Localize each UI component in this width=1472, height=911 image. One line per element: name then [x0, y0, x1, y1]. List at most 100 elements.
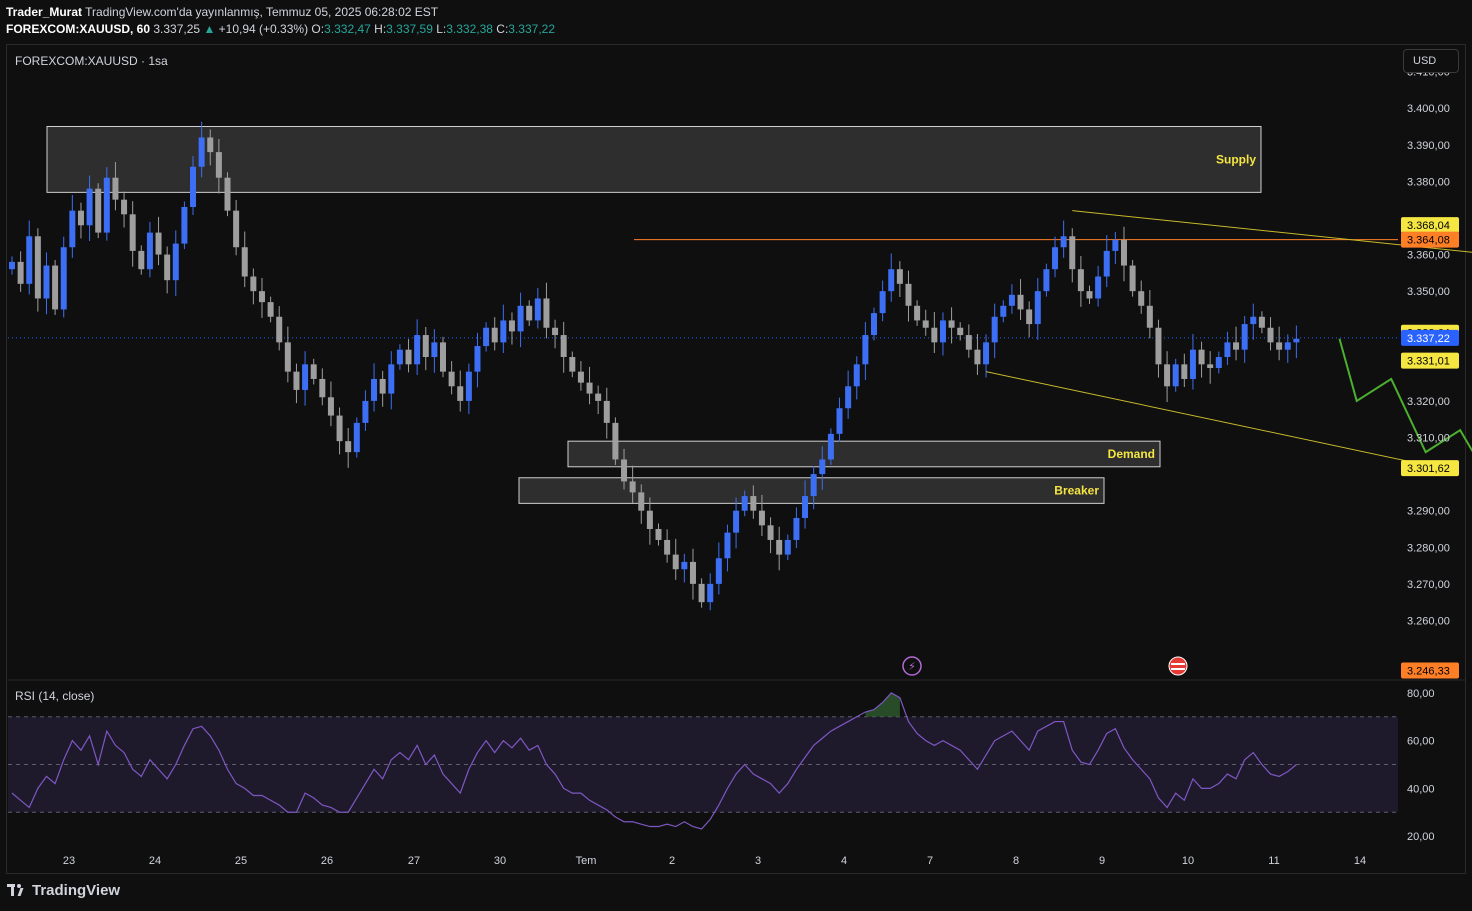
candle-body — [1233, 342, 1240, 350]
candle-body — [1034, 291, 1041, 325]
candle-body — [655, 528, 662, 540]
candle-body — [845, 386, 852, 409]
candle-body — [931, 327, 938, 343]
candle-body — [17, 261, 24, 284]
candle-body — [474, 346, 481, 372]
x-tick-label: 14 — [1354, 855, 1366, 867]
candle-body — [362, 400, 369, 423]
candle-body — [707, 583, 714, 603]
candle-body — [77, 210, 84, 226]
rsi-overbought-fill — [865, 692, 900, 717]
candle-body — [440, 342, 446, 372]
currency-button[interactable]: USD — [1403, 49, 1459, 73]
candle-body — [319, 378, 326, 398]
chart-canvas[interactable]: SupplyDemandBreaker3.410,003.400,003.390… — [0, 0, 1472, 911]
candle-body — [638, 492, 645, 511]
candle-body — [60, 247, 67, 310]
tradingview-mark-icon — [7, 884, 27, 896]
candle-body — [689, 561, 696, 584]
candle-body — [1250, 316, 1257, 325]
candle-body — [534, 298, 541, 321]
price-label: 3.331,01 — [1407, 356, 1450, 368]
candle-body — [138, 250, 145, 270]
candle-body — [1077, 269, 1084, 292]
candle-body — [414, 335, 421, 365]
x-tick-label: 25 — [235, 855, 247, 867]
candle-body — [767, 525, 774, 540]
rsi-legend[interactable]: RSI (14, close) — [15, 689, 94, 703]
candle-body — [121, 199, 128, 215]
us-flag-icon — [1168, 656, 1188, 676]
x-tick-label: 2 — [669, 855, 675, 867]
candle-body — [112, 177, 119, 200]
candle-body — [1138, 291, 1145, 306]
candle-body — [1241, 324, 1248, 350]
candle-body — [69, 210, 76, 248]
x-tick-label: 23 — [63, 855, 75, 867]
candle-body — [258, 291, 265, 303]
candle-body — [957, 327, 964, 336]
candle-body — [862, 335, 869, 365]
rsi-tick-label: 80,00 — [1407, 688, 1435, 700]
x-tick-label: 9 — [1099, 855, 1105, 867]
candle-body — [302, 364, 309, 390]
x-tick-label: 24 — [149, 855, 161, 867]
x-tick-label: 10 — [1182, 855, 1194, 867]
lightning-glyph: ⚡ — [908, 660, 916, 673]
candle-body — [155, 232, 162, 255]
candle-body — [698, 583, 705, 603]
candle-body — [646, 510, 653, 529]
candle-body — [9, 261, 15, 270]
candle-body — [500, 320, 507, 343]
candle-body — [1086, 291, 1093, 299]
y-tick-label: 3.380,00 — [1407, 176, 1450, 188]
candle-body — [1224, 342, 1231, 358]
candle-body — [1215, 357, 1222, 368]
candle-body — [672, 554, 679, 570]
candle-body — [448, 371, 455, 387]
candle-body — [560, 335, 567, 358]
y-tick-label: 3.400,00 — [1407, 103, 1450, 115]
candle-body — [250, 276, 257, 292]
candle-body — [1000, 305, 1007, 317]
candle-body — [750, 496, 757, 511]
candle-body — [327, 397, 334, 416]
candle-body — [465, 371, 472, 401]
candle-body — [233, 210, 240, 248]
x-tick-label: Tem — [576, 855, 597, 867]
supply-label: Supply — [1216, 152, 1256, 166]
candle-body — [336, 415, 343, 442]
candle-body — [715, 558, 722, 584]
candle-body — [888, 269, 895, 292]
x-tick-label: 30 — [494, 855, 506, 867]
candle-body — [224, 177, 231, 211]
candle-body — [948, 320, 955, 328]
candle-body — [819, 459, 826, 475]
candle-body — [741, 496, 748, 511]
candle-body — [1172, 364, 1179, 387]
x-tick-label: 3 — [755, 855, 761, 867]
y-tick-label: 3.390,00 — [1407, 140, 1450, 152]
candle-body — [1258, 316, 1265, 328]
rsi-tick-label: 20,00 — [1407, 831, 1435, 843]
candle-body — [1026, 309, 1033, 325]
tradingview-logo[interactable]: TradingView — [7, 882, 120, 899]
candle-body — [1129, 265, 1136, 292]
candle-body — [621, 459, 628, 482]
candle-body — [1120, 239, 1127, 266]
candle-body — [793, 518, 800, 540]
candle-body — [52, 265, 59, 310]
candle-body — [508, 320, 515, 332]
candle-body — [758, 510, 765, 526]
candle-body — [276, 316, 283, 343]
chart-legend[interactable]: FOREXCOM:XAUUSD · 1sa — [15, 54, 168, 68]
y-tick-label: 3.350,00 — [1407, 286, 1450, 298]
x-tick-label: 27 — [408, 855, 420, 867]
candle-body — [827, 433, 834, 460]
candle-body — [664, 539, 671, 555]
candle-body — [103, 177, 110, 233]
candle-body — [1095, 276, 1102, 299]
candle-body — [871, 313, 877, 336]
y-tick-label: 3.320,00 — [1407, 396, 1450, 408]
candle-body — [810, 474, 817, 497]
